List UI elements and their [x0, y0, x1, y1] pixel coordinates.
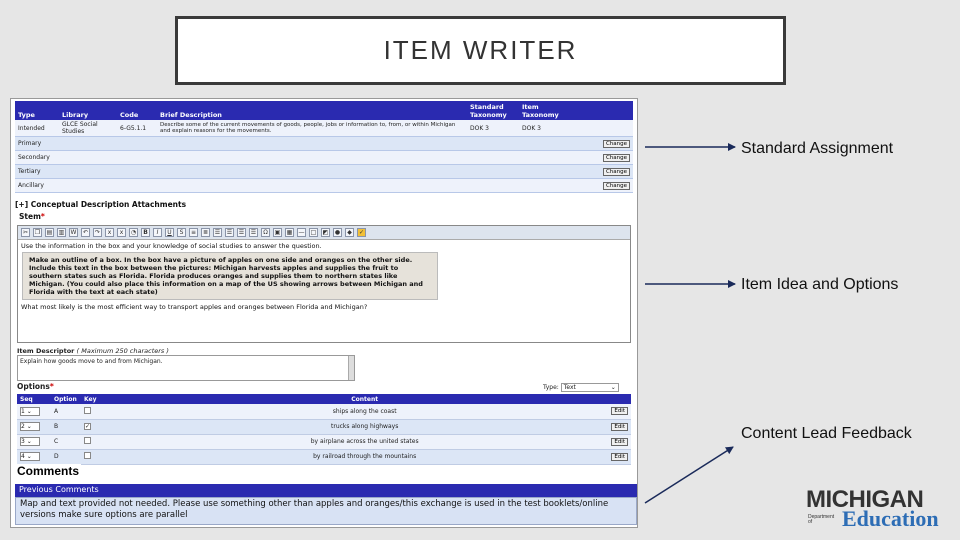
arrow-content-lead: [644, 446, 734, 504]
callout-arrows: [644, 143, 736, 504]
logo-education: Education: [842, 506, 939, 531]
michigan-education-logo: MICHIGAN Department of Education: [806, 488, 952, 532]
logo-department: Department of: [808, 514, 835, 525]
callout-standard-assignment: Standard Assignment: [741, 140, 894, 157]
callout-content-lead: Content Lead Feedback: [741, 425, 912, 442]
callout-item-idea: Item Idea and Options: [741, 276, 899, 293]
